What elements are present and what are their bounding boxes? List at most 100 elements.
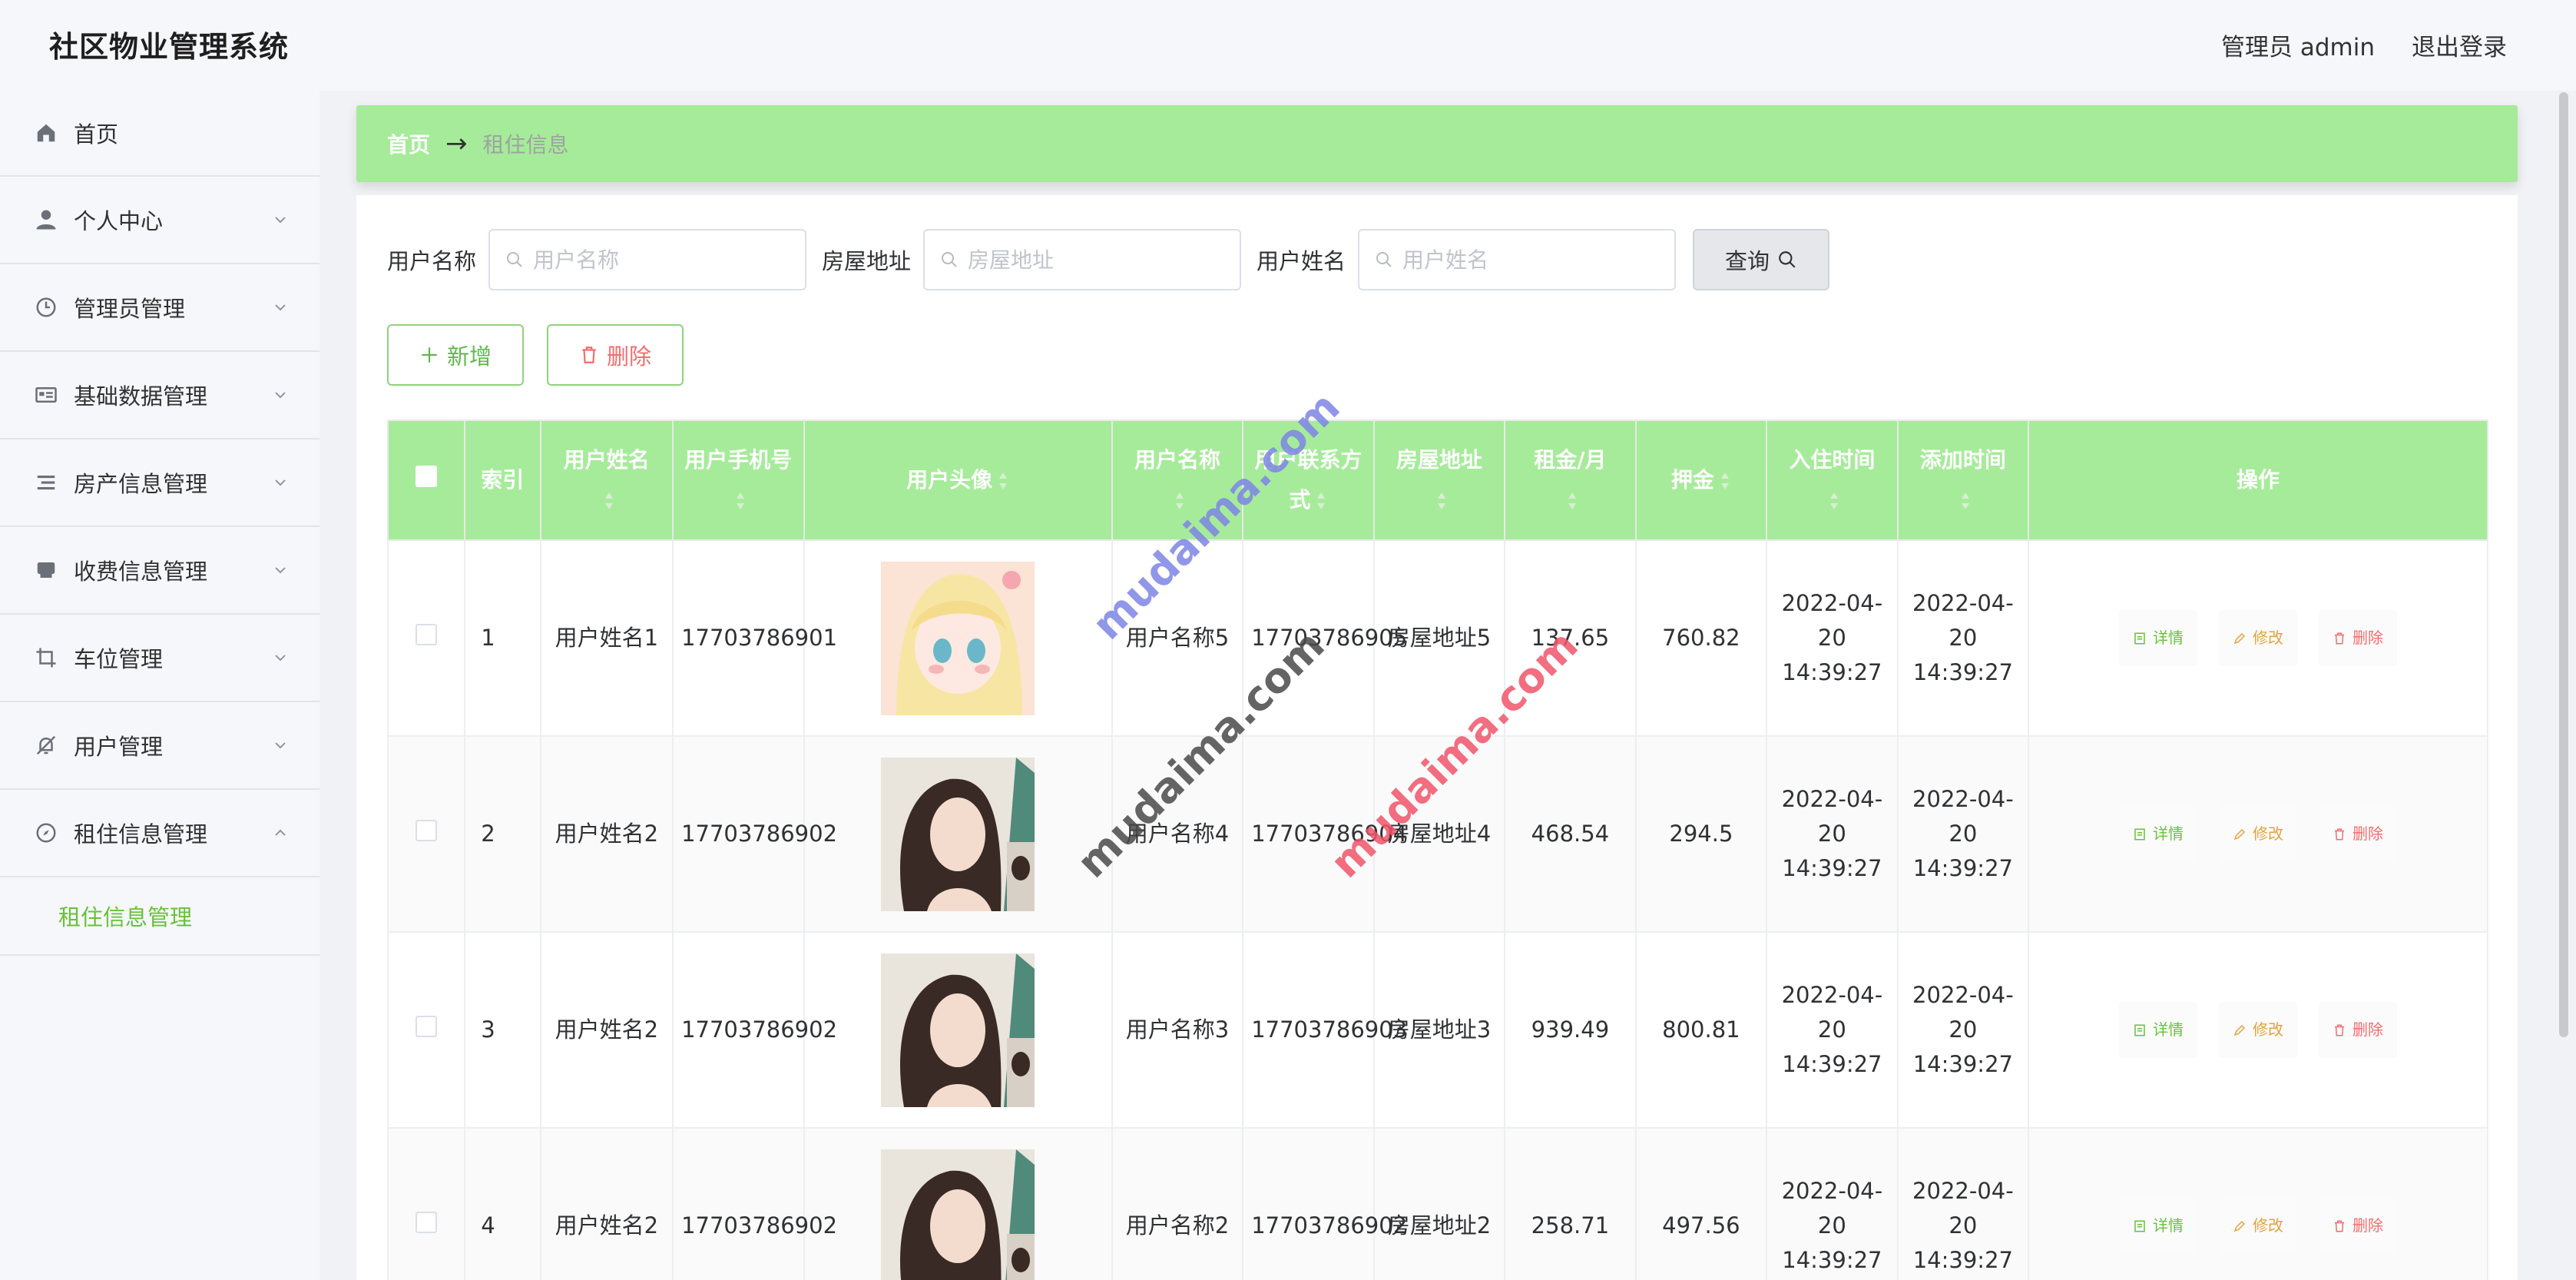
col-user-name[interactable]: 用户名称 — [1111, 419, 1244, 541]
cell-avatar — [803, 539, 1113, 737]
address-input[interactable] — [968, 247, 1230, 273]
sidebar-item-admin[interactable]: 管理员管理 — [0, 264, 320, 352]
detail-label: 详情 — [2153, 628, 2184, 647]
sort-icon[interactable] — [1174, 490, 1186, 512]
real-name-field[interactable] — [1358, 229, 1677, 290]
table-row[interactable]: 1 用户姓名1 17703786901 用户名称5 17703786905 房屋… — [386, 539, 2488, 737]
sort-icon[interactable] — [1566, 490, 1578, 512]
cell-phone: 17703786902 — [672, 1127, 837, 1280]
col-checkin[interactable]: 入住时间 — [1766, 419, 1899, 541]
cell-user-name: 用户名称4 — [1111, 735, 1244, 933]
edit-label: 修改 — [2253, 824, 2284, 843]
sort-icon[interactable] — [1828, 490, 1840, 512]
avatar-image[interactable] — [881, 561, 1035, 715]
breadcrumb-current: 租住信息 — [482, 132, 569, 158]
query-button[interactable]: 查询 — [1693, 229, 1830, 290]
row-delete-button[interactable]: 删除 — [2319, 1198, 2398, 1254]
sidebar-item-users[interactable]: 用户管理 — [0, 702, 320, 790]
breadcrumb-home[interactable]: 首页 — [387, 128, 430, 159]
sidebar-item-label: 个人中心 — [74, 208, 164, 234]
detail-button[interactable]: 详情 — [2119, 1002, 2198, 1058]
logout-link[interactable]: 退出登录 — [2412, 28, 2507, 62]
sidebar-item-label: 房产信息管理 — [74, 471, 208, 497]
col-deposit[interactable]: 押金 — [1634, 419, 1768, 541]
row-checkbox[interactable] — [386, 931, 466, 1129]
avatar-image[interactable] — [881, 757, 1035, 911]
avatar-image[interactable] — [881, 953, 1035, 1107]
detail-button[interactable]: 详情 — [2119, 610, 2198, 666]
select-all-checkbox[interactable] — [386, 419, 466, 541]
edit-button[interactable]: 修改 — [2219, 1198, 2298, 1254]
user-name-field[interactable] — [488, 229, 807, 290]
sidebar-item-home[interactable]: 首页 — [0, 91, 320, 177]
col-phone[interactable]: 用户手机号 — [672, 419, 805, 541]
add-button-label: 新增 — [446, 343, 492, 370]
add-button[interactable]: 新增 — [387, 324, 524, 386]
delete-button[interactable]: 删除 — [547, 324, 684, 386]
sort-icon[interactable] — [1315, 490, 1327, 512]
sidebar-item-property[interactable]: 房产信息管理 — [0, 439, 320, 527]
detail-button[interactable]: 详情 — [2119, 1198, 2198, 1254]
row-delete-button[interactable]: 删除 — [2319, 1002, 2398, 1058]
col-rent[interactable]: 租金/月 — [1504, 419, 1637, 541]
sidebar-item-profile[interactable]: 个人中心 — [0, 177, 320, 264]
sidebar-item-parking[interactable]: 车位管理 — [0, 615, 320, 702]
edit-button[interactable]: 修改 — [2219, 806, 2298, 862]
cell-added: 2022-04-20 14:39:27 — [1896, 539, 2030, 737]
table-row[interactable]: 3 用户姓名2 17703786902 用户名称3 17703786903 房屋… — [386, 931, 2488, 1129]
table-row[interactable]: 4 用户姓名2 17703786902 用户名称2 17703786902 房屋… — [386, 1127, 2488, 1280]
document-icon — [2134, 632, 2145, 644]
row-checkbox[interactable] — [386, 735, 466, 933]
cell-deposit: 497.56 — [1634, 1127, 1768, 1280]
sort-icon[interactable] — [997, 470, 1009, 492]
user-icon — [34, 207, 58, 232]
detail-label: 详情 — [2153, 824, 2184, 843]
edit-button[interactable]: 修改 — [2219, 1002, 2298, 1058]
trash-icon — [2335, 632, 2345, 644]
cell-added: 2022-04-20 14:39:27 — [1896, 1127, 2030, 1280]
table-row[interactable]: 2 用户姓名2 17703786902 用户名称4 17703786904 房屋… — [386, 735, 2488, 933]
col-label: 用户名称 — [1134, 447, 1220, 473]
pencil-icon — [2233, 828, 2246, 840]
cell-real-name: 用户姓名2 — [539, 931, 674, 1129]
sidebar-item-label: 基础数据管理 — [74, 383, 208, 410]
row-delete-button[interactable]: 删除 — [2319, 806, 2398, 862]
sidebar-item-basic-data[interactable]: 基础数据管理 — [0, 352, 320, 439]
edit-label: 修改 — [2253, 1216, 2284, 1235]
vertical-scrollbar[interactable] — [2559, 92, 2568, 1037]
cell-real-name: 用户姓名2 — [539, 735, 674, 933]
cell-user-name: 用户名称3 — [1111, 931, 1244, 1129]
col-contact[interactable]: 用户联系方式 — [1242, 419, 1375, 541]
cell-rent: 468.54 — [1504, 735, 1637, 933]
pencil-icon — [2233, 632, 2246, 644]
address-field[interactable] — [923, 229, 1242, 290]
cell-index: 4 — [464, 1127, 541, 1280]
col-address[interactable]: 房屋地址 — [1372, 419, 1506, 541]
trash-icon — [2335, 828, 2345, 840]
detail-button[interactable]: 详情 — [2119, 806, 2198, 862]
row-checkbox[interactable] — [386, 539, 466, 737]
sidebar-item-charges[interactable]: 收费信息管理 — [0, 527, 320, 615]
col-real-name[interactable]: 用户姓名 — [539, 419, 674, 541]
search-bar: 用户名称 房屋地址 用户姓名 查询 — [387, 229, 1830, 290]
sidebar-item-rental[interactable]: 租住信息管理 — [0, 790, 320, 877]
cell-deposit: 294.5 — [1634, 735, 1768, 933]
sort-icon[interactable] — [1435, 490, 1448, 512]
sort-icon[interactable] — [1959, 490, 1972, 512]
avatar-image[interactable] — [881, 1149, 1035, 1280]
row-delete-button[interactable]: 删除 — [2319, 610, 2398, 666]
rental-table: 索引 用户姓名 用户手机号 用户头像 用户名称 用户联系方式 房屋地址 租金/月… — [386, 419, 2488, 1280]
real-name-input[interactable] — [1402, 247, 1664, 273]
edit-button[interactable]: 修改 — [2219, 610, 2298, 666]
col-label: 用户姓名 — [563, 447, 650, 473]
sort-icon[interactable] — [603, 490, 615, 512]
user-name-input[interactable] — [533, 247, 795, 273]
col-added[interactable]: 添加时间 — [1896, 419, 2030, 541]
sidebar-subitem-rental-management[interactable]: 租住信息管理 — [0, 877, 320, 956]
top-header: 社区物业管理系统 管理员 admin 退出登录 — [0, 0, 2576, 91]
col-avatar[interactable]: 用户头像 — [803, 419, 1113, 541]
sort-icon[interactable] — [734, 490, 747, 512]
sort-icon[interactable] — [1719, 470, 1731, 492]
delete-button-label: 删除 — [606, 343, 651, 370]
row-checkbox[interactable] — [386, 1127, 466, 1280]
